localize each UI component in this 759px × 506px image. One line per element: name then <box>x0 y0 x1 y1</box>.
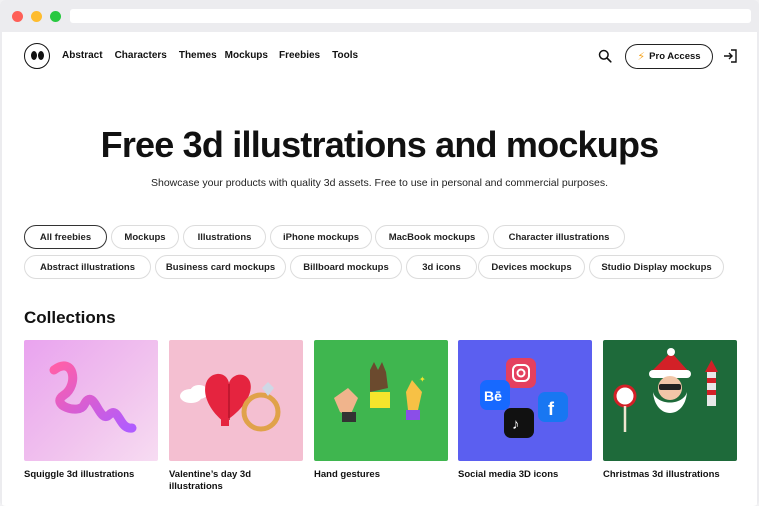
page-content: Abstract Characters Themes Mockups Freeb… <box>2 32 757 506</box>
valentine-heart-ring-image <box>169 340 303 461</box>
nav-item-mockups[interactable]: Mockups <box>225 50 268 61</box>
heart-ring-shape <box>180 373 281 432</box>
main-nav: Abstract Characters Themes Mockups Freeb… <box>62 50 370 61</box>
filter-chip-billboard-mockups[interactable]: Billboard mockups <box>290 255 402 279</box>
address-bar[interactable] <box>70 9 751 23</box>
nav-item-themes[interactable]: Themes <box>179 50 217 61</box>
nav-item-tools[interactable]: Tools <box>332 50 358 61</box>
maximize-window-button[interactable] <box>50 11 61 22</box>
collections-heading: Collections <box>24 308 116 327</box>
filter-chip-devices-mockups[interactable]: Devices mockups <box>478 255 585 279</box>
card-caption: Social media 3D icons <box>458 469 559 480</box>
social-media-icons-image: Bē f ♪ <box>458 340 592 461</box>
collection-card-christmas[interactable]: Christmas 3d illustrations <box>603 340 737 481</box>
title-bar <box>0 0 759 32</box>
collection-card-hand-gestures[interactable]: ✦ Hand gestures <box>314 340 448 481</box>
page-title: Free 3d illustrations and mockups <box>100 124 660 165</box>
filter-chip-business-card-mockups[interactable]: Business card mockups <box>155 255 286 279</box>
logo-eye-right <box>38 51 44 60</box>
close-window-button[interactable] <box>12 11 23 22</box>
collection-card-squiggle[interactable]: Squiggle 3d illustrations <box>24 340 158 481</box>
lightning-icon: ⚡ <box>637 51 646 63</box>
filter-chip-3d-icons[interactable]: 3d icons <box>406 255 477 279</box>
login-icon[interactable] <box>722 48 738 64</box>
card-caption: Squiggle 3d illustrations <box>24 469 135 480</box>
page-subtitle: Showcase your products with quality 3d a… <box>151 177 608 189</box>
nav-item-characters[interactable]: Characters <box>115 50 167 61</box>
filter-chip-macbook-mockups[interactable]: MacBook mockups <box>375 225 489 249</box>
filter-chip-abstract-illustrations[interactable]: Abstract illustrations <box>24 255 151 279</box>
card-caption: Valentine’s day 3d illustrations <box>169 469 252 492</box>
logo-eye-left <box>31 51 37 60</box>
filter-chip-all-freebies[interactable]: All freebies <box>24 225 107 249</box>
squiggle-shape <box>49 361 137 433</box>
nav-item-freebies[interactable]: Freebies <box>279 50 320 61</box>
svg-text:✦: ✦ <box>419 375 426 384</box>
card-caption: Christmas 3d illustrations <box>603 469 720 480</box>
santa-shape <box>613 348 718 432</box>
browser-window: Abstract Characters Themes Mockups Freeb… <box>0 0 759 506</box>
santa-christmas-image <box>603 340 737 461</box>
minimize-window-button[interactable] <box>31 11 42 22</box>
filter-chip-iphone-mockups[interactable]: iPhone mockups <box>270 225 372 249</box>
filter-chip-illustrations[interactable]: Illustrations <box>183 225 266 249</box>
social-icons-shape: Bē f ♪ <box>480 358 568 438</box>
filter-chip-mockups[interactable]: Mockups <box>111 225 179 249</box>
collection-card-social-media[interactable]: Bē f ♪ Social media 3D icons <box>458 340 592 481</box>
squiggle-illustration-image <box>24 340 158 461</box>
pro-access-button[interactable]: ⚡ Pro Access <box>625 44 713 69</box>
nav-item-abstract[interactable]: Abstract <box>62 50 103 61</box>
filter-chip-studio-display-mockups[interactable]: Studio Display mockups <box>589 255 724 279</box>
search-icon[interactable] <box>598 49 612 63</box>
pro-access-label: Pro Access <box>649 51 701 62</box>
filter-chip-character-illustrations[interactable]: Character illustrations <box>493 225 625 249</box>
svg-text:f: f <box>548 399 555 419</box>
card-caption: Hand gestures <box>314 469 380 480</box>
svg-text:Bē: Bē <box>484 388 502 404</box>
site-logo[interactable] <box>24 43 50 69</box>
collection-card-valentine[interactable]: Valentine’s day 3d illustrations <box>169 340 303 493</box>
hand-gestures-image: ✦ <box>314 340 448 461</box>
hands-shape: ✦ <box>334 362 426 422</box>
svg-text:♪: ♪ <box>512 416 520 433</box>
